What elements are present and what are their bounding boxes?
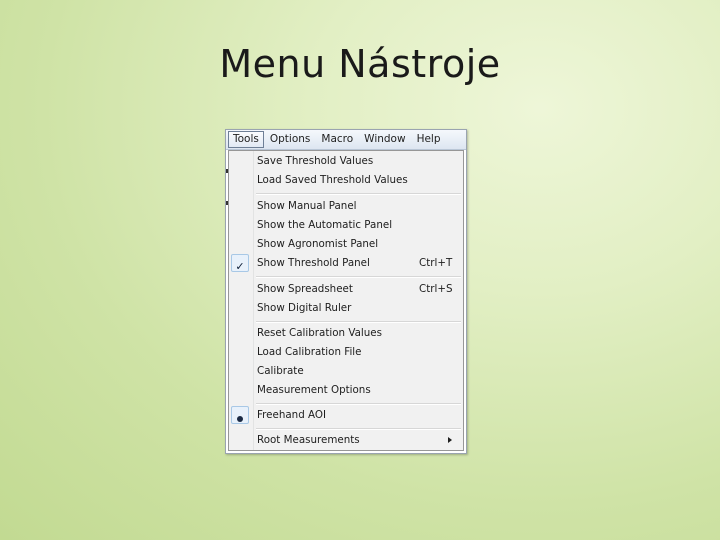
slide-title: Menu Nástroje <box>219 42 501 86</box>
menu-item-label: Measurement Options <box>257 384 371 396</box>
menubar-window[interactable]: Window <box>359 131 410 148</box>
menu-item-label: Reset Calibration Values <box>257 327 382 339</box>
menu-item-show-manual-panel[interactable]: Show Manual Panel <box>229 197 463 216</box>
checkmark-glyph: ✓ <box>235 260 245 273</box>
menu-separator <box>256 428 461 430</box>
menu-item-freehand-aoi[interactable]: Freehand AOI <box>229 406 463 425</box>
menu-item-show-digital-ruler[interactable]: Show Digital Ruler <box>229 299 463 318</box>
menu-item-label: Show Threshold Panel <box>257 257 370 269</box>
radio-dot-icon <box>231 406 249 424</box>
app-screenshot: Tools Options Macro Window Help Save Thr… <box>225 129 467 454</box>
menu-item-measurement-options[interactable]: Measurement Options <box>229 381 463 400</box>
checkmark-icon: ✓ <box>231 254 249 273</box>
menu-separator <box>256 193 461 195</box>
menu-item-label: Freehand AOI <box>257 409 327 421</box>
menu-item-show-automatic-panel[interactable]: Show the Automatic Panel <box>229 216 463 235</box>
menu-item-label: Root Measurements <box>257 434 360 446</box>
menu-separator <box>256 276 461 278</box>
menu-item-show-spreadsheet[interactable]: Show Spreadsheet Ctrl+S <box>229 280 463 299</box>
menu-item-label: Load Calibration File <box>257 346 362 358</box>
menubar-help[interactable]: Help <box>412 131 446 148</box>
menu-item-label: Show Agronomist Panel <box>257 238 379 250</box>
menu-item-shortcut: Ctrl+T <box>419 257 453 269</box>
menu-item-reset-calibration-values[interactable]: Reset Calibration Values <box>229 324 463 343</box>
menu-separator <box>256 403 461 405</box>
menu-item-load-saved-threshold-values[interactable]: Load Saved Threshold Values <box>229 171 463 190</box>
submenu-arrow-icon <box>448 437 452 443</box>
tools-dropdown: Save Threshold Values Load Saved Thresho… <box>228 150 464 451</box>
menubar-macro[interactable]: Macro <box>316 131 358 148</box>
menu-item-calibrate[interactable]: Calibrate <box>229 362 463 381</box>
menu-item-save-threshold-values[interactable]: Save Threshold Values <box>229 152 463 171</box>
menu-item-shortcut: Ctrl+S <box>419 283 453 295</box>
menu-item-label: Save Threshold Values <box>257 155 374 167</box>
menubar-tools[interactable]: Tools <box>228 131 264 148</box>
menu-item-label: Show Manual Panel <box>257 200 357 212</box>
menu-item-show-threshold-panel[interactable]: ✓ Show Threshold Panel Ctrl+T <box>229 254 463 273</box>
menu-item-load-calibration-file[interactable]: Load Calibration File <box>229 343 463 362</box>
menu-item-label: Load Saved Threshold Values <box>257 174 408 186</box>
menubar-options[interactable]: Options <box>265 131 316 148</box>
menu-item-label: Show Digital Ruler <box>257 302 352 314</box>
menu-item-show-agronomist-panel[interactable]: Show Agronomist Panel <box>229 235 463 254</box>
menu-item-label: Show Spreadsheet <box>257 283 353 295</box>
menu-item-root-measurements[interactable]: Root Measurements <box>229 431 463 450</box>
menubar: Tools Options Macro Window Help <box>226 130 466 150</box>
menu-item-label: Show the Automatic Panel <box>257 219 393 231</box>
radio-dot <box>237 416 243 422</box>
menu-separator <box>256 321 461 323</box>
menu-item-label: Calibrate <box>257 365 304 377</box>
